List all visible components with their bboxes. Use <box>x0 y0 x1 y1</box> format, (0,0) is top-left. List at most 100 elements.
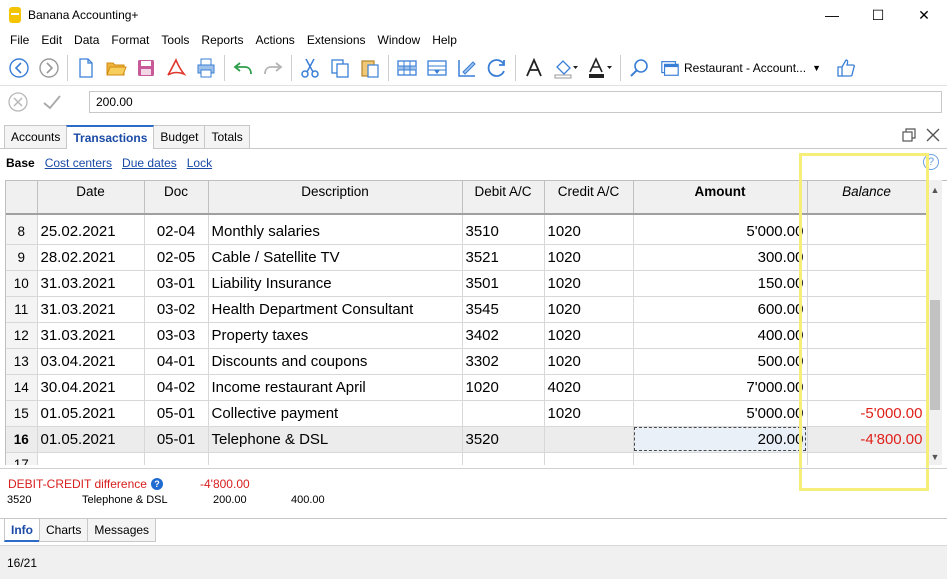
cell-balance[interactable] <box>807 322 927 349</box>
back-button[interactable] <box>4 53 34 83</box>
cell-doc[interactable]: 04-02 <box>144 374 209 401</box>
menu-format[interactable]: Format <box>105 33 155 47</box>
cell-credit[interactable]: 1020 <box>544 400 634 427</box>
cell-amount[interactable]: 500.00 <box>633 348 808 375</box>
menu-edit[interactable]: Edit <box>35 33 68 47</box>
table-row[interactable]: 12 31.03.2021 03-03 Property taxes 3402 … <box>6 322 927 349</box>
cell-amount[interactable]: 400.00 <box>633 322 808 349</box>
cell-doc[interactable] <box>144 452 209 465</box>
menu-file[interactable]: File <box>4 33 35 47</box>
cell-debit[interactable]: 3501 <box>462 270 545 298</box>
cell-credit[interactable]: 1020 <box>544 296 634 324</box>
cell-description[interactable]: Liability Insurance <box>208 270 463 298</box>
cell-description[interactable]: Cable / Satellite TV <box>208 244 463 272</box>
tab-transactions[interactable]: Transactions <box>66 125 155 149</box>
cell-doc[interactable]: 05-01 <box>144 426 209 453</box>
view-lock[interactable]: Lock <box>187 156 212 170</box>
cell-balance[interactable] <box>807 219 927 246</box>
cell-description[interactable] <box>208 452 463 465</box>
cell-doc[interactable]: 05-01 <box>144 400 209 427</box>
cell-credit[interactable]: 1020 <box>544 219 634 246</box>
column-header-balance[interactable]: Balance <box>807 181 927 215</box>
tab-info[interactable]: Info <box>4 519 40 542</box>
edit-columns-button[interactable] <box>452 53 482 83</box>
menu-reports[interactable]: Reports <box>195 33 249 47</box>
column-header-debit[interactable]: Debit A/C <box>462 181 545 215</box>
pdf-button[interactable] <box>161 53 191 83</box>
cell-balance[interactable]: -5'000.00 <box>807 400 927 427</box>
text-color-button[interactable] <box>583 53 617 83</box>
cell-date[interactable]: 31.03.2021 <box>37 296 145 324</box>
cell-debit[interactable]: 3545 <box>462 296 545 324</box>
cell-debit[interactable]: 3510 <box>462 219 545 246</box>
cell-date[interactable]: 28.02.2021 <box>37 244 145 272</box>
cell-date[interactable] <box>37 452 145 465</box>
cell-debit[interactable]: 3521 <box>462 244 545 272</box>
menu-tools[interactable]: Tools <box>155 33 195 47</box>
cell-amount[interactable]: 600.00 <box>633 296 808 324</box>
cell-credit[interactable]: 1020 <box>544 270 634 298</box>
help-icon[interactable]: ? <box>923 154 939 170</box>
cut-button[interactable] <box>295 53 325 83</box>
scroll-down-arrow-icon[interactable]: ▼ <box>928 450 942 464</box>
cell-debit[interactable]: 3302 <box>462 348 545 375</box>
cell-balance[interactable]: -4'800.00 <box>807 426 927 453</box>
cell-date[interactable]: 01.05.2021 <box>37 426 145 453</box>
cell-balance[interactable] <box>807 296 927 324</box>
cell-credit[interactable] <box>544 426 634 453</box>
table-row[interactable]: 13 03.04.2021 04-01 Discounts and coupon… <box>6 348 927 375</box>
cell-balance[interactable] <box>807 348 927 375</box>
row-number[interactable]: 14 <box>6 374 38 401</box>
close-button[interactable]: ✕ <box>901 0 947 30</box>
cell-value-input[interactable] <box>89 91 942 113</box>
column-header-doc[interactable]: Doc <box>144 181 209 215</box>
copy-button[interactable] <box>325 53 355 83</box>
view-due-dates[interactable]: Due dates <box>122 156 177 170</box>
cell-balance[interactable] <box>807 270 927 298</box>
cell-date[interactable]: 31.03.2021 <box>37 322 145 349</box>
cell-doc[interactable]: 03-01 <box>144 270 209 298</box>
info-help-icon[interactable]: ? <box>150 478 163 490</box>
feedback-button[interactable] <box>831 53 861 83</box>
cell-debit[interactable]: 1020 <box>462 374 545 401</box>
column-header-date[interactable]: Date <box>37 181 145 215</box>
column-header-credit[interactable]: Credit A/C <box>544 181 634 215</box>
restore-window-icon[interactable] <box>901 127 917 143</box>
minimize-button[interactable]: — <box>809 0 855 30</box>
row-number[interactable]: 11 <box>6 296 38 324</box>
column-header-amount[interactable]: Amount <box>633 181 808 215</box>
row-number[interactable]: 12 <box>6 322 38 349</box>
cell-amount[interactable]: 150.00 <box>633 270 808 298</box>
table-row[interactable]: 8 25.02.2021 02-04 Monthly salaries 3510… <box>6 219 927 246</box>
cell-debit[interactable]: 3520 <box>462 426 545 453</box>
paste-button[interactable] <box>355 53 385 83</box>
tab-accounts[interactable]: Accounts <box>4 125 68 148</box>
cell-doc[interactable]: 02-04 <box>144 219 209 246</box>
cell-amount[interactable]: 7'000.00 <box>633 374 808 401</box>
row-number[interactable]: 16 <box>6 426 38 453</box>
scroll-up-arrow-icon[interactable]: ▲ <box>928 183 942 197</box>
find-button[interactable] <box>624 53 654 83</box>
cell-description[interactable]: Discounts and coupons <box>208 348 463 375</box>
cell-description[interactable]: Monthly salaries <box>208 219 463 246</box>
cell-debit[interactable]: 3402 <box>462 322 545 349</box>
cell-description[interactable]: Health Department Consultant <box>208 296 463 324</box>
confirm-edit-button[interactable] <box>38 88 66 116</box>
menu-data[interactable]: Data <box>68 33 105 47</box>
view-base[interactable]: Base <box>6 156 35 170</box>
cell-amount-selected[interactable]: 200.00 <box>633 426 808 453</box>
cell-amount[interactable] <box>633 452 808 465</box>
redo-button[interactable] <box>258 53 288 83</box>
cell-balance[interactable] <box>807 374 927 401</box>
cell-doc[interactable]: 02-05 <box>144 244 209 272</box>
font-button[interactable] <box>519 53 549 83</box>
close-tab-icon[interactable] <box>925 127 941 143</box>
recheck-button[interactable] <box>482 53 512 83</box>
cell-credit[interactable] <box>544 452 634 465</box>
cancel-edit-button[interactable] <box>4 88 32 116</box>
cell-amount[interactable]: 5'000.00 <box>633 219 808 246</box>
vertical-scrollbar[interactable]: ▲ ▼ <box>928 180 942 465</box>
scrollbar-thumb[interactable] <box>930 300 940 410</box>
table-row[interactable]: 9 28.02.2021 02-05 Cable / Satellite TV … <box>6 244 927 272</box>
cell-date[interactable]: 01.05.2021 <box>37 400 145 427</box>
